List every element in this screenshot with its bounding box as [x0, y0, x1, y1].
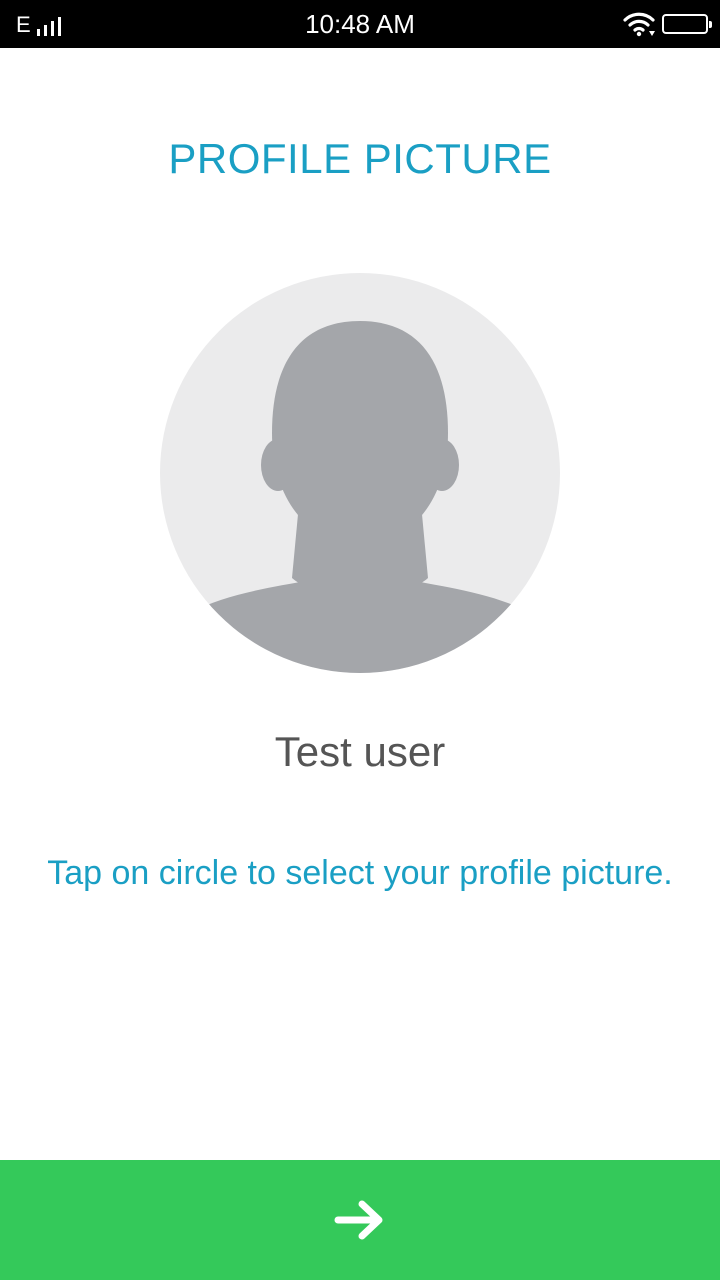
profile-picture-button[interactable] — [160, 273, 560, 673]
wifi-icon — [623, 12, 655, 37]
battery-icon — [662, 14, 712, 34]
profile-picture-screen: E 10:48 AM PROFILE PICTURE Test user Tap… — [0, 0, 720, 1280]
user-name: Test user — [274, 728, 446, 775]
status-icons — [622, 10, 712, 38]
default-avatar-icon — [160, 321, 560, 673]
page-title: PROFILE PICTURE — [168, 135, 552, 182]
hint-text: Tap on circle to select your profile pic… — [47, 854, 673, 892]
status-time: 10:48 AM — [305, 9, 415, 39]
next-button[interactable] — [0, 1160, 720, 1280]
arrow-right-icon — [334, 1200, 383, 1240]
status-bar: E 10:48 AM — [0, 0, 720, 48]
